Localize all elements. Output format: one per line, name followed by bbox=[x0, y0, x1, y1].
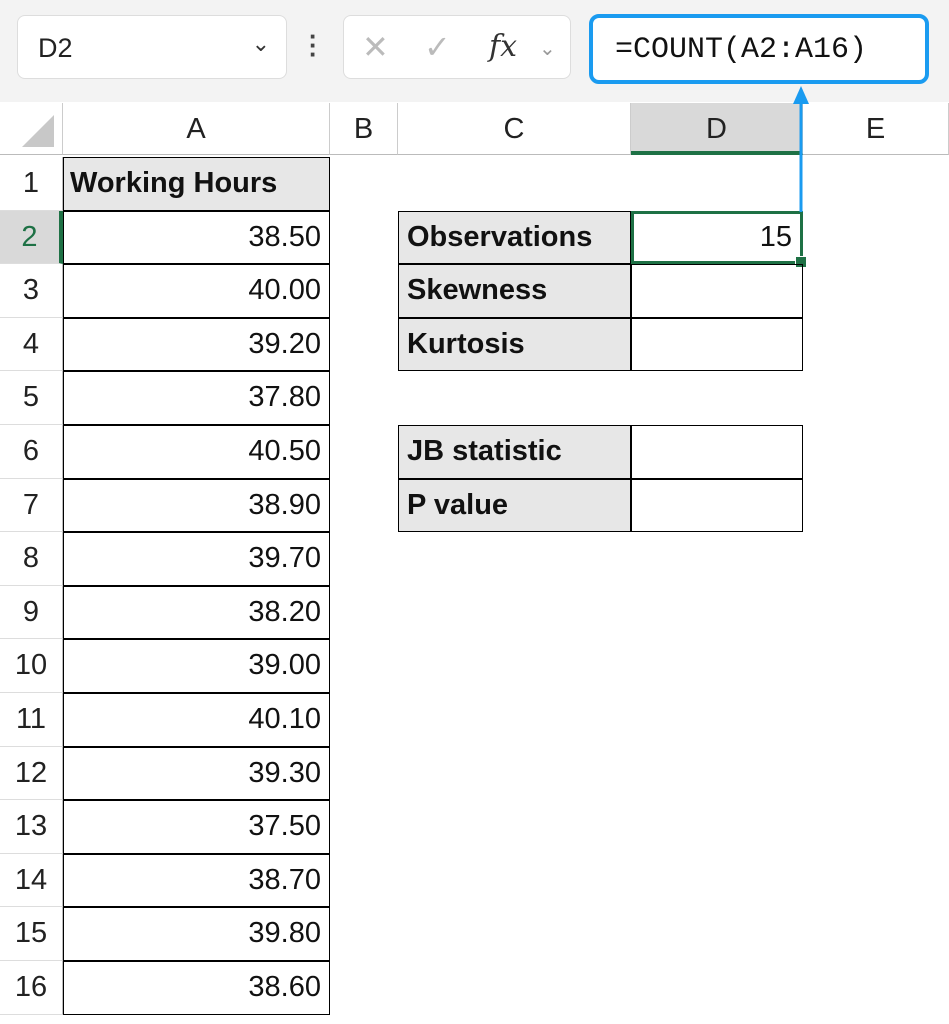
reference-arrow bbox=[0, 0, 949, 1024]
arrow-head-icon bbox=[793, 86, 809, 104]
